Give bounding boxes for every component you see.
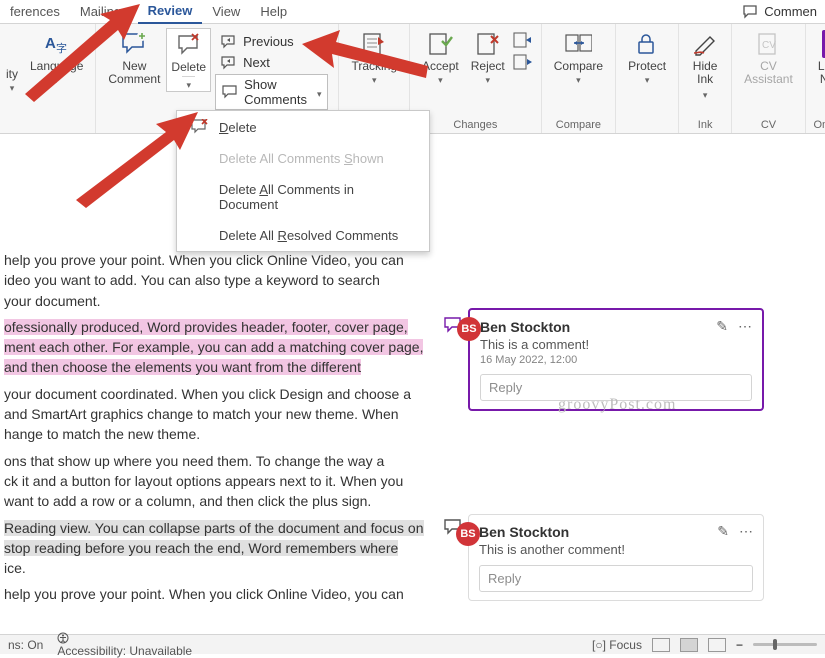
previous-label: Previous <box>243 34 294 49</box>
compare-icon <box>564 30 592 58</box>
new-comment-button[interactable]: New Comment <box>102 28 166 88</box>
doc-para: help you prove your point. When you clic… <box>4 584 434 604</box>
more-icon[interactable]: ⋯ <box>739 523 753 540</box>
menu-delete-label: elete <box>228 120 256 135</box>
tab-row: ferences Mailings Review View Help Comme… <box>0 0 825 24</box>
previous-icon <box>221 35 237 49</box>
zoom-slider[interactable] <box>753 643 817 646</box>
delete-label: Delete <box>171 61 206 74</box>
onenote-icon: N <box>822 30 825 58</box>
protect-button[interactable]: Protect <box>622 28 672 88</box>
show-comments-icon <box>222 85 238 99</box>
accept-button[interactable]: Accept <box>416 28 465 88</box>
read-mode-view[interactable] <box>652 638 670 652</box>
show-comments-button[interactable]: Show Comments <box>215 74 328 110</box>
group-label-compare: Compare <box>556 117 601 131</box>
svg-text:字: 字 <box>56 41 67 55</box>
menu-delete-resolved[interactable]: Delete All Resolved Comments <box>177 220 429 251</box>
doc-para-highlighted: ofessionally produced, Word provides hea… <box>4 317 434 378</box>
delete-icon <box>191 119 209 135</box>
hide-ink-icon <box>691 30 719 58</box>
compare-button[interactable]: Compare <box>548 28 609 88</box>
avatar: BS <box>456 522 480 546</box>
next-icon <box>221 56 237 70</box>
comment-author: Ben Stockton <box>479 524 569 540</box>
web-layout-view[interactable] <box>708 638 726 652</box>
next-change-icon[interactable] <box>513 54 533 70</box>
menu-delete-shown: Delete All Comments Shown <box>177 143 429 174</box>
ribbon-item-ity[interactable]: ity <box>0 28 24 96</box>
delete-comment-icon <box>175 31 203 59</box>
next-comment-button[interactable]: Next <box>215 53 328 72</box>
svg-text:CV: CV <box>762 40 776 51</box>
tab-view[interactable]: View <box>202 1 250 23</box>
edit-icon[interactable]: ✎ <box>717 523 729 540</box>
doc-para-highlighted: Reading view. You can collapse parts of … <box>4 518 434 579</box>
cv-icon: CV <box>754 30 782 58</box>
previous-comment-button[interactable]: Previous <box>215 32 328 51</box>
status-bar: ns: On Accessibility: Unavailable [○] Fo… <box>0 634 825 654</box>
tab-mailings[interactable]: Mailings <box>70 1 138 23</box>
prev-change-icon[interactable] <box>513 32 533 48</box>
zoom-out-icon[interactable]: − <box>736 638 743 652</box>
reply-input[interactable]: Reply <box>479 565 753 592</box>
comments-pane-label: Commen <box>764 4 817 19</box>
tracking-button[interactable]: Tracking <box>345 28 403 88</box>
language-icon: A字 <box>43 30 71 58</box>
menu-delete[interactable]: Delete <box>177 111 429 143</box>
reject-button[interactable]: Reject <box>465 28 511 88</box>
next-label: Next <box>243 55 270 70</box>
print-layout-view[interactable] <box>680 638 698 652</box>
new-comment-icon <box>120 30 148 58</box>
more-icon[interactable]: ⋯ <box>738 318 752 335</box>
cv-assistant-button: CV CV Assistant <box>738 28 799 88</box>
delete-comment-button[interactable]: Delete <box>166 28 211 92</box>
comments-pane: BS Ben Stockton ✎ ⋯ This is a comment! 1… <box>468 134 825 634</box>
menu-delete-in-doc[interactable]: Delete All Comments in Document <box>177 174 429 220</box>
group-label-onenote: OneNote <box>813 117 825 131</box>
tracking-icon <box>360 30 388 58</box>
comment-bubble-icon <box>742 5 758 19</box>
group-label-changes: Changes <box>453 117 497 131</box>
group-label-cv: CV <box>761 117 776 131</box>
linked-notes-button[interactable]: N Linked Notes <box>812 28 825 88</box>
show-comments-label: Show Comments <box>244 77 307 107</box>
reject-icon <box>474 30 502 58</box>
group-label-ink: Ink <box>698 117 713 131</box>
tab-help[interactable]: Help <box>250 1 297 23</box>
comment-card[interactable]: BS Ben Stockton ✎ ⋯ This is another comm… <box>468 514 764 601</box>
status-left: ns: On <box>8 638 43 652</box>
comment-text: This is another comment! <box>479 542 753 557</box>
comment-text: This is a comment! <box>480 337 752 352</box>
delete-dropdown: Delete Delete All Comments Shown Delete … <box>176 110 430 252</box>
edit-icon[interactable]: ✎ <box>716 318 728 335</box>
chevron-down-icon <box>313 85 322 100</box>
tab-review[interactable]: Review <box>138 0 203 24</box>
doc-para: your document coordinated. When you clic… <box>4 384 434 445</box>
language-button[interactable]: A字 Language <box>24 28 89 88</box>
avatar: BS <box>457 317 481 341</box>
doc-para: help you prove your point. When you clic… <box>4 250 434 311</box>
comment-time: 16 May 2022, 12:00 <box>480 354 752 366</box>
watermark: groovyPost.com <box>558 396 676 414</box>
comment-author: Ben Stockton <box>480 319 570 335</box>
protect-icon <box>633 30 661 58</box>
svg-text:A: A <box>45 35 56 52</box>
comments-pane-button[interactable]: Commen <box>734 2 825 21</box>
tab-references[interactable]: ferences <box>0 1 70 23</box>
doc-para: ons that show up where you need them. To… <box>4 451 434 512</box>
focus-button[interactable]: [○] Focus <box>592 638 642 652</box>
hide-ink-button[interactable]: Hide Ink <box>685 28 725 104</box>
accept-icon <box>426 30 454 58</box>
